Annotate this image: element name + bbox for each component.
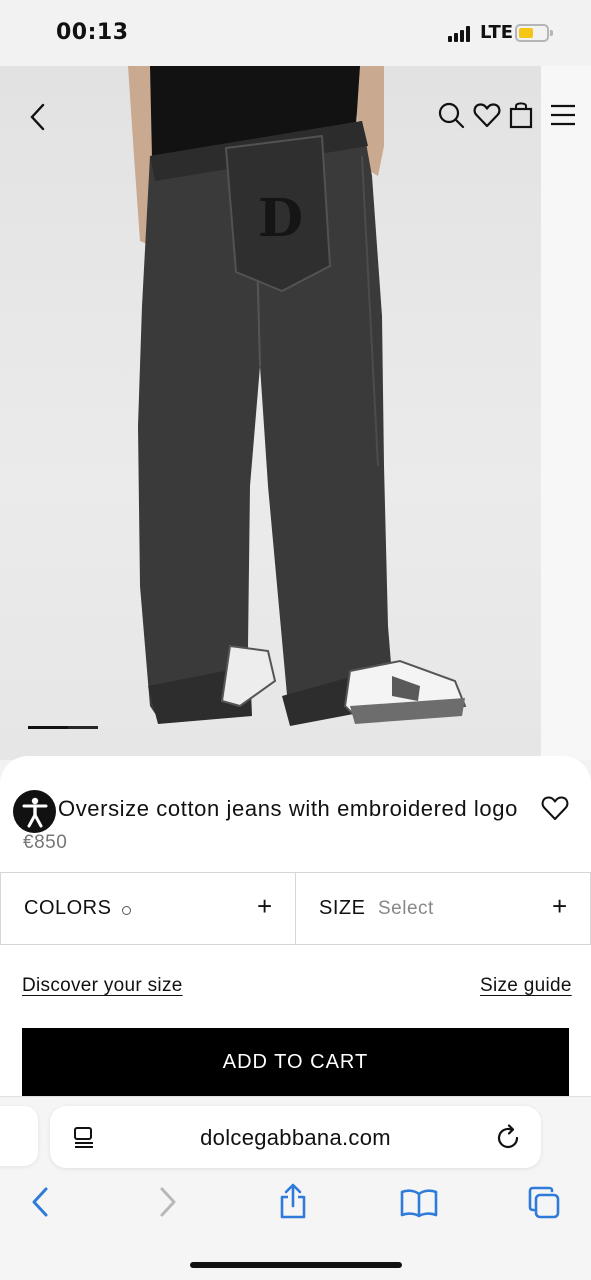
previous-tab-preview[interactable] xyxy=(0,1106,38,1166)
colors-expand-icon: + xyxy=(257,891,273,921)
heart-icon[interactable] xyxy=(472,100,502,130)
reload-icon[interactable] xyxy=(497,1124,521,1155)
tabs-icon[interactable] xyxy=(527,1186,561,1225)
bookmarks-icon[interactable] xyxy=(400,1188,438,1223)
product-header xyxy=(0,96,591,136)
status-bar: 00:13 LTE xyxy=(0,0,591,66)
color-swatch-icon xyxy=(122,906,131,915)
size-placeholder: Select xyxy=(378,898,434,919)
image-carousel-indicator[interactable] xyxy=(28,726,98,729)
size-guide-link[interactable]: Size guide xyxy=(480,975,572,997)
search-icon[interactable] xyxy=(436,100,466,130)
product-price: €850 xyxy=(23,832,68,853)
carousel-dot xyxy=(68,726,98,729)
address-bar[interactable]: dolcegabbana.com xyxy=(50,1106,541,1168)
size-expand-icon: + xyxy=(552,891,568,921)
add-to-cart-button[interactable]: ADD TO CART xyxy=(22,1028,569,1096)
signal-strength-icon xyxy=(448,26,470,42)
back-arrow-icon[interactable] xyxy=(30,1186,50,1223)
status-time: 00:13 xyxy=(56,20,129,45)
product-options: COLORS + SIZE Select + xyxy=(0,872,591,945)
menu-icon[interactable] xyxy=(548,100,578,130)
shopping-bag-icon[interactable] xyxy=(507,100,535,130)
share-icon[interactable] xyxy=(278,1182,308,1225)
wishlist-heart-icon[interactable] xyxy=(541,795,569,826)
image-edge xyxy=(541,66,591,760)
colors-label: COLORS xyxy=(24,897,112,919)
size-selector[interactable]: SIZE Select + xyxy=(296,872,591,945)
product-title: Oversize cotton jeans with embroidered l… xyxy=(58,796,518,821)
browser-nav-row xyxy=(0,1180,591,1226)
colors-selector[interactable]: COLORS + xyxy=(0,872,296,945)
svg-text:D: D xyxy=(258,188,303,249)
forward-arrow-icon[interactable] xyxy=(158,1186,178,1223)
network-type: LTE xyxy=(480,22,514,43)
carousel-dot-active xyxy=(28,726,68,729)
discover-size-link[interactable]: Discover your size xyxy=(22,975,183,997)
back-chevron-icon[interactable] xyxy=(24,102,50,132)
product-image[interactable]: D xyxy=(0,66,541,760)
jeans-photo: D xyxy=(128,66,467,726)
url-text: dolcegabbana.com xyxy=(200,1125,391,1150)
battery-icon xyxy=(515,24,553,42)
accessibility-icon[interactable] xyxy=(13,790,56,833)
size-label: SIZE xyxy=(319,897,366,919)
home-indicator[interactable] xyxy=(190,1262,402,1268)
